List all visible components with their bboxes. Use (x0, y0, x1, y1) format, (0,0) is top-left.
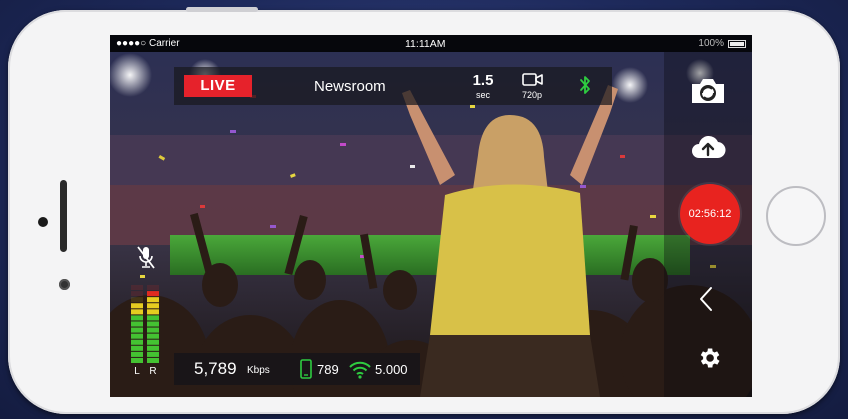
home-button[interactable] (766, 186, 826, 246)
battery-icon (728, 40, 746, 48)
cloud-upload-icon[interactable] (690, 133, 726, 161)
front-camera (59, 279, 70, 290)
audio-meter-right-segment (147, 297, 159, 303)
resolution-label: 720p (521, 90, 543, 100)
audio-meter-left-segment (131, 339, 143, 345)
app-screen: ●●●●○ Carrier 11:11AM 100% LIVE Newsroom… (110, 35, 752, 397)
gear-icon[interactable] (696, 345, 722, 371)
bluetooth-icon[interactable] (579, 75, 591, 95)
audio-meter-right-segment (147, 285, 159, 291)
audio-meter-left-segment (131, 333, 143, 339)
audio-meter-right-segment (147, 327, 159, 333)
audio-meter-right-segment (147, 333, 159, 339)
audio-meter-right-segment (147, 303, 159, 309)
mic-muted-icon[interactable] (136, 245, 156, 271)
live-badge[interactable]: LIVE (184, 75, 252, 97)
latency-value: 1.5 (472, 72, 494, 89)
cellular-value: 789 (317, 362, 339, 377)
bitrate-value: 5,789 (194, 359, 237, 378)
audio-meter-right-segment (147, 339, 159, 345)
audio-meter-left (131, 285, 143, 363)
audio-meter-right-segment (147, 321, 159, 327)
audio-meter-left-segment (131, 315, 143, 321)
audio-meter-left-segment (131, 285, 143, 291)
power-button (186, 7, 258, 12)
stats-bottom-bar: 5,789 Kbps 789 5.000 (174, 353, 420, 385)
smartphone-icon (300, 359, 312, 379)
channel-name[interactable]: Newsroom (314, 78, 386, 95)
front-sensor (38, 217, 48, 227)
audio-meter-left-label: L (134, 366, 140, 377)
clock: 11:11AM (405, 38, 446, 50)
audio-meter-left-segment (131, 303, 143, 309)
audio-meter-right-segment (147, 351, 159, 357)
bitrate-unit: Kbps (247, 365, 270, 376)
camera-switch-icon[interactable] (688, 75, 728, 107)
chevron-left-icon[interactable] (698, 285, 714, 313)
battery-percent: 100% (698, 38, 724, 49)
audio-meter-left-segment (131, 357, 143, 363)
audio-meter-left-segment (131, 351, 143, 357)
record-button[interactable]: 02:56:12 (680, 184, 740, 244)
audio-meter-right-label: R (149, 366, 157, 377)
audio-meter-right-segment (147, 357, 159, 363)
audio-meter-left-segment (131, 321, 143, 327)
audio-meter-left-segment (131, 297, 143, 303)
ios-status-bar: ●●●●○ Carrier 11:11AM 100% (110, 35, 752, 52)
audio-meter-right-segment (147, 315, 159, 321)
audio-meter-left-segment (131, 345, 143, 351)
audio-meter-right-segment (147, 291, 159, 297)
audio-meter-left-segment (131, 291, 143, 297)
broadcast-top-bar: LIVE Newsroom 1.5 sec 720p (174, 67, 612, 105)
latency-unit: sec (475, 90, 490, 100)
audio-meter-right-segment (147, 345, 159, 351)
audio-meter-right (147, 285, 159, 363)
wifi-value: 5.000 (375, 362, 408, 377)
audio-meter-left-segment (131, 327, 143, 333)
earpiece-speaker (60, 180, 67, 252)
wifi-icon (349, 361, 371, 379)
carrier-label: ●●●●○ Carrier (116, 38, 180, 49)
video-camera-icon[interactable] (522, 71, 544, 87)
audio-meter-right-segment (147, 309, 159, 315)
audio-meter-left-segment (131, 309, 143, 315)
